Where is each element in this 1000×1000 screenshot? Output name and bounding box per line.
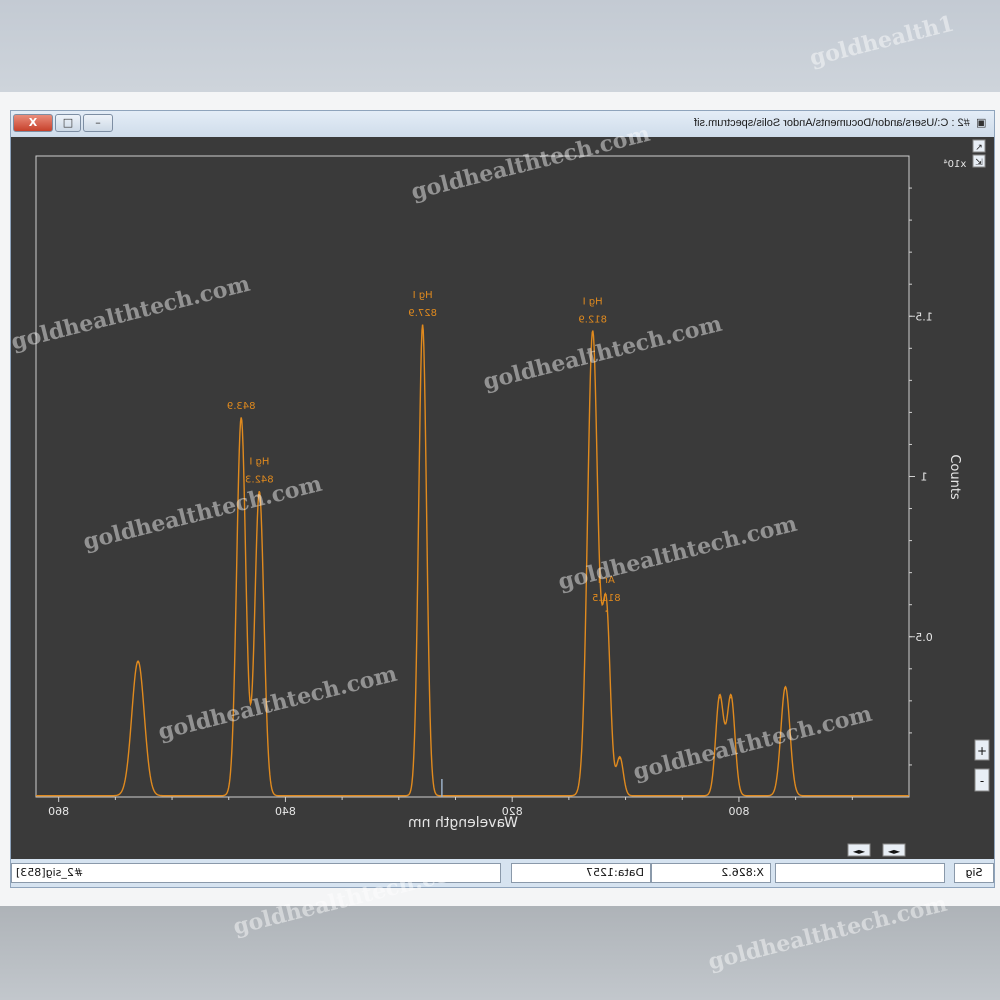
status-data-box: Data:1257 <box>511 863 651 883</box>
peak-annotation: Hg I <box>413 290 433 301</box>
tab-sig[interactable]: Sig <box>954 863 994 883</box>
y-multiplier-label: x10⁴ <box>944 159 967 170</box>
x-coordinate-label: X:826.2 <box>721 866 764 879</box>
y-axis-label: Counts <box>947 454 962 500</box>
y-tick-label: 1 <box>921 471 928 484</box>
svg-text:+: + <box>977 744 987 758</box>
signal-label: #2_sig[853] <box>16 866 84 879</box>
svg-text:-: - <box>980 774 984 788</box>
svg-text:↗: ↗ <box>975 143 983 153</box>
peak-point <box>240 418 243 420</box>
maximize-button[interactable]: □ <box>55 114 81 132</box>
svg-text:◄►: ◄► <box>853 847 866 856</box>
background-top <box>0 0 1000 92</box>
spectrum-trace <box>36 324 909 797</box>
y-tick-label: 1.5 <box>915 310 933 323</box>
side-icon-1[interactable]: ↗ <box>972 139 986 153</box>
peak-point <box>591 331 594 334</box>
status-bar: #2_sig[853] Data:1257 X:826.2 Sig <box>11 859 994 887</box>
x-axis-label: Wavelength nm <box>408 815 518 831</box>
minimize-button[interactable]: – <box>83 114 113 132</box>
zoom-in-button[interactable]: + <box>974 739 990 761</box>
peak-point <box>730 696 732 699</box>
peak-annotation: 843.9 <box>227 401 256 412</box>
app-icon: ▣ <box>976 116 987 129</box>
y-tick-label: 0.5 <box>915 631 933 644</box>
window-title: #2 : C:\Users\andor\Documents\Andor Soli… <box>694 117 970 129</box>
x-tick-label: 860 <box>48 805 69 818</box>
spectrum-window: X □ – #2 : C:\Users\andor\Documents\Ando… <box>10 110 995 888</box>
nav-button-1[interactable]: ◄► <box>847 843 871 857</box>
peak-annotation: Ar I <box>598 575 615 586</box>
status-x-box: X:826.2 <box>651 863 771 883</box>
peak-annotation: 811.5 <box>592 593 621 604</box>
plot-panel: 860 840 820 800 0.5 1 1.5 843.9 Hg I 842.3 Hg I 82… <box>11 137 994 859</box>
peak-point <box>605 610 608 612</box>
x-tick-label: 800 <box>728 805 749 818</box>
peak-point <box>619 757 621 760</box>
data-label: Data:1257 <box>586 866 644 879</box>
status-signal-box: #2_sig[853] <box>11 863 501 883</box>
close-button[interactable]: X <box>13 114 53 132</box>
peak-point <box>784 687 787 689</box>
nav-button-2[interactable]: ◄► <box>882 843 906 857</box>
peak-annotation: 812.9 <box>578 314 607 325</box>
background-bottom <box>0 906 1000 1000</box>
peak-annotation: 842.3 <box>245 475 274 486</box>
status-empty-box <box>775 863 945 883</box>
zoom-out-button[interactable]: - <box>974 768 990 792</box>
peak-point <box>137 661 139 664</box>
peak-annotation: Hg I <box>249 457 269 468</box>
peak-annotation: 827.9 <box>408 308 437 319</box>
plot-area-border <box>35 155 910 798</box>
title-bar[interactable]: X □ – #2 : C:\Users\andor\Documents\Ando… <box>11 111 994 137</box>
peak-point <box>258 491 261 494</box>
peak-point <box>421 325 424 327</box>
svg-text:◄►: ◄► <box>888 847 901 856</box>
peak-annotation: Hg I <box>583 296 603 307</box>
peak-point <box>718 696 721 699</box>
svg-text:⇲: ⇲ <box>975 158 983 168</box>
spectrum-plot[interactable]: 860 840 820 8000.511.5 843.9Hg I842.3Hg I82… <box>11 137 994 859</box>
x-tick-label: 840 <box>275 805 296 818</box>
side-icon-2[interactable]: ⇲ <box>972 154 986 168</box>
